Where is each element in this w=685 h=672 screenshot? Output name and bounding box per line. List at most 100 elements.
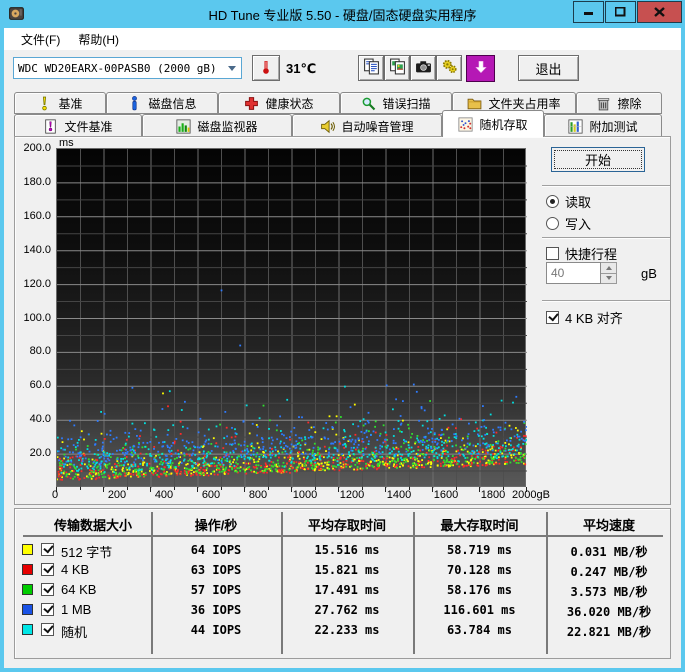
col-header-transfer-size: 传输数据大小 [53, 518, 132, 533]
start-button[interactable]: 开始 [551, 147, 645, 172]
separator [542, 300, 670, 302]
x-tick-label: 0 [52, 489, 59, 501]
write-radio[interactable]: 写入 [546, 214, 591, 233]
thermometer-icon [259, 59, 273, 78]
radio-unselected-icon [546, 217, 559, 230]
y-tick-label: 40.0 [29, 413, 51, 426]
spin-up-button[interactable] [601, 263, 616, 273]
col-header-iops: 操作/秒 [194, 518, 238, 533]
trash-icon [596, 96, 611, 111]
access-time-chart [56, 148, 527, 488]
header-divider [23, 535, 663, 537]
menubar: 文件(F) 帮助(H) [4, 28, 681, 50]
temperature-button[interactable] [252, 55, 280, 81]
table-row: 4 KB 63 IOPS 15.821 ms 70.128 ms 0.247 M… [15, 561, 670, 581]
tab-random-access[interactable]: 随机存取 [442, 110, 544, 137]
tab-error-scan[interactable]: 错误扫描 [340, 92, 452, 114]
y-tick-label: 140.0 [23, 243, 51, 256]
series-checkbox[interactable] [41, 563, 54, 576]
temperature-value: 31℃ [286, 61, 317, 76]
file-exclamation-icon [43, 118, 58, 134]
tab-extra-tests[interactable]: 附加测试 [544, 114, 662, 137]
copy-text-icon [363, 58, 380, 78]
close-button[interactable] [637, 1, 682, 23]
y-tick-label: 200.0 [23, 142, 51, 154]
app-window: HD Tune 专业版 5.50 - 硬盘/固态硬盘实用程序 文件(F) 帮助(… [0, 0, 685, 672]
radio-selected-icon [546, 195, 559, 208]
copy-text-button[interactable] [358, 55, 384, 81]
y-tick-label: 60.0 [29, 379, 51, 392]
separator [542, 237, 670, 239]
series-checkbox[interactable] [41, 603, 54, 616]
random-access-panel: ms 20.0 40.0 60.0 80.0 100.0 120.0 140.0 160.0 1… [14, 136, 671, 505]
menu-file[interactable]: 文件(F) [12, 29, 69, 50]
table-row: 随机 44 IOPS 22.233 ms 63.784 ms 22.821 MB… [15, 621, 670, 641]
client-area: WDC WD20EARX-00PASB0 (2000 gB) 31℃ 退出 基准 [4, 50, 681, 668]
x-axis-labels: 0 200 400 600 800 1000 1200 1400 1600 1800 2000gB [52, 489, 556, 503]
tab-benchmark[interactable]: 基准 [14, 92, 106, 114]
col-header-avg-access: 平均存取时间 [307, 518, 386, 533]
titlebar: HD Tune 专业版 5.50 - 硬盘/固态硬盘实用程序 [0, 0, 685, 28]
y-tick-label: 120.0 [23, 277, 51, 290]
magnifier-icon [361, 96, 376, 111]
checkbox-checked-icon [546, 311, 559, 324]
speaker-icon [320, 119, 336, 134]
maximize-button[interactable] [605, 1, 636, 23]
short-stroke-unit: gB [641, 265, 657, 281]
y-tick-label: 180.0 [23, 175, 51, 188]
y-axis-labels: 20.0 40.0 60.0 80.0 100.0 120.0 140.0 160.0 180.… [15, 142, 53, 487]
minimize-button[interactable] [573, 1, 604, 23]
chevron-down-icon[interactable] [223, 59, 240, 77]
y-tick-label: 160.0 [23, 209, 51, 222]
table-row: 64 KB 57 IOPS 17.491 ms 58.176 ms 3.573 … [15, 581, 670, 601]
options-button[interactable] [436, 55, 462, 81]
short-stroke-size-input[interactable]: 40 [546, 262, 601, 284]
exclamation-icon [37, 96, 52, 111]
tab-health[interactable]: 健康状态 [218, 92, 340, 114]
tab-file-benchmark[interactable]: 文件基准 [14, 114, 142, 137]
tab-row-2: 文件基准 磁盘监视器 自动噪音管理 随机存取 附加测试 [14, 110, 662, 137]
drive-select-dropdown[interactable]: WDC WD20EARX-00PASB0 (2000 gB) [13, 57, 242, 79]
spin-down-button[interactable] [601, 272, 616, 283]
spinner-buttons [601, 262, 617, 284]
menu-help[interactable]: 帮助(H) [69, 29, 128, 50]
screenshot-button[interactable] [410, 55, 436, 81]
tab-row-1: 基准 磁盘信息 健康状态 错误扫描 文件夹占用率 擦除 [14, 92, 662, 114]
col-header-max-access: 最大存取时间 [440, 518, 519, 533]
folder-icon [467, 96, 482, 111]
copy-image-button[interactable] [384, 55, 410, 81]
series-color-swatch [22, 604, 33, 615]
info-icon [127, 95, 142, 111]
short-stroke-size-field: 40 gB [546, 262, 657, 284]
series-color-swatch [22, 584, 33, 595]
extra-tests-icon [568, 118, 584, 134]
tab-disk-info[interactable]: 磁盘信息 [106, 92, 218, 114]
short-stroke-checkbox[interactable]: 快捷行程 [546, 244, 617, 263]
checkbox-unchecked-icon [546, 247, 559, 260]
series-checkbox[interactable] [41, 623, 54, 636]
bar-chart-icon [176, 118, 192, 134]
series-color-swatch [22, 564, 33, 575]
series-color-swatch [22, 624, 33, 635]
update-button[interactable] [466, 55, 495, 82]
tab-aam[interactable]: 自动噪音管理 [292, 114, 442, 137]
read-radio[interactable]: 读取 [546, 192, 591, 211]
camera-icon [415, 58, 432, 78]
x-tick-label: 2000gB [512, 489, 550, 501]
col-header-avg-speed: 平均速度 [582, 518, 635, 533]
series-checkbox[interactable] [41, 583, 54, 596]
y-tick-label: 20.0 [29, 447, 51, 460]
exit-button[interactable]: 退出 [518, 55, 579, 81]
drive-select-value: WDC WD20EARX-00PASB0 (2000 gB) [18, 61, 217, 75]
tab-disk-monitor[interactable]: 磁盘监视器 [142, 114, 292, 137]
series-checkbox[interactable] [41, 543, 54, 556]
y-tick-label: 100.0 [23, 311, 51, 324]
update-arrow-icon [472, 58, 490, 79]
y-tick-label: 80.0 [29, 345, 51, 358]
copy-image-icon [389, 58, 406, 78]
options-gears-icon [441, 58, 458, 78]
tab-erase[interactable]: 擦除 [576, 92, 662, 114]
table-row: 1 MB 36 IOPS 27.762 ms 116.601 ms 36.020… [15, 601, 670, 621]
align-4kb-checkbox[interactable]: 4 KB 对齐 [546, 308, 623, 327]
scatter-dots-icon [458, 116, 474, 132]
